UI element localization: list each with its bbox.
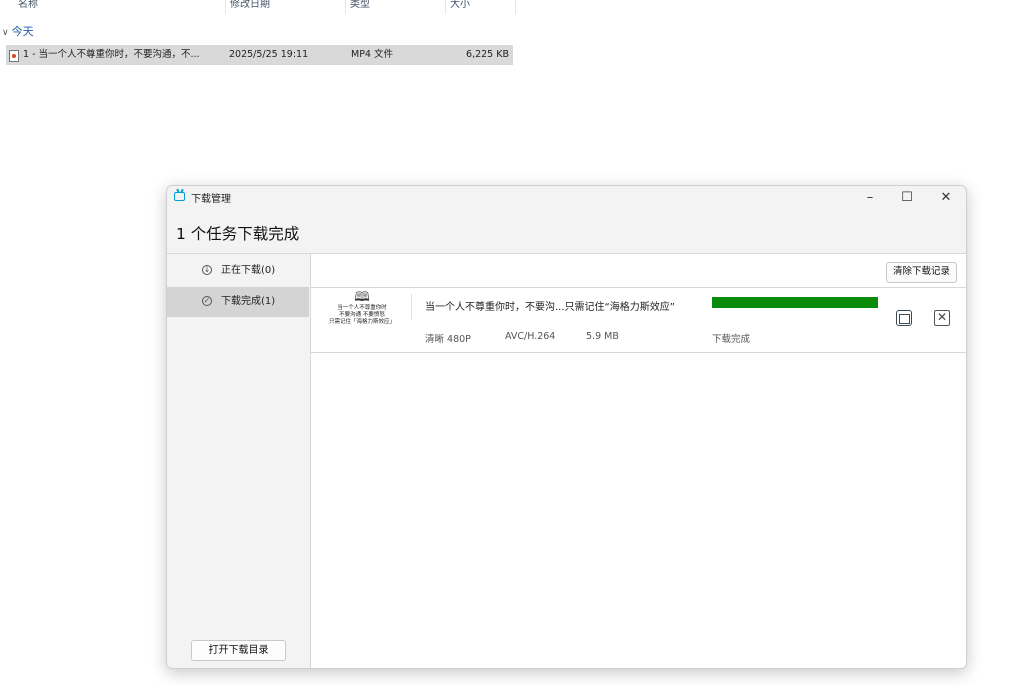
download-icon: ↓ [202,265,212,275]
delete-task-icon[interactable]: ✕ [934,310,950,326]
progress-fill [712,297,878,308]
thumbnail-text-line: 不要沟通 不要愤怒 [339,312,385,318]
book-icon: 🕮 [354,290,370,305]
sidebar-item-label: 正在下载(0) [221,265,276,276]
video-quality: 清晰 480P [425,334,471,345]
column-date-header[interactable]: 修改日期 [226,0,346,14]
clear-history-button[interactable]: 清除下载记录 [885,262,957,283]
minimize-button[interactable]: – [853,186,887,210]
file-size: 6,225 KB [466,49,509,60]
column-name-header[interactable]: 名称 [14,0,226,14]
sidebar-item-completed[interactable]: ✓ 下载完成(1) [167,287,309,317]
file-date: 2025/5/25 19:11 [229,49,309,60]
close-button[interactable]: ✕ [929,186,963,210]
sidebar-item-downloading[interactable]: ↓ 正在下载(0) [167,256,309,286]
column-type-header[interactable]: 类型 [346,0,446,14]
title-bar[interactable]: 下载管理 – ☐ ✕ [167,186,966,210]
video-size: 5.9 MB [586,331,619,342]
open-file-folder-icon[interactable] [896,310,912,326]
bilibili-tv-icon [174,192,185,201]
group-label: 今天 [11,25,34,38]
file-type: MP4 文件 [351,49,393,60]
chevron-down-icon: ∨ [2,28,9,38]
page-title: 1 个任务下载完成 [176,225,300,243]
divider [311,352,966,353]
video-thumbnail: 🕮 当一个人不尊重你时 不要沟通 不要愤怒 只需记住「海格力斯效应」 [316,291,408,349]
download-status: 下载完成 [712,334,751,345]
video-title: 当一个人不尊重你时，不要沟...只需记住“海格力斯效应” [425,302,675,313]
video-codec: AVC/H.264 [505,331,556,342]
check-circle-icon: ✓ [202,296,212,306]
divider [311,287,966,288]
download-progress-bar [712,297,878,308]
thumbnail-text-line: 当一个人不尊重你时 [337,305,387,311]
window-title: 下载管理 [191,194,231,205]
sidebar-item-label: 下载完成(1) [221,296,276,307]
thumbnail-text-line: 只需记住「海格力斯效应」 [328,319,395,325]
open-download-folder-button[interactable]: 打开下载目录 [191,640,286,661]
explorer-column-header: 名称 修改日期 类型 大小 [0,0,520,16]
download-list-panel: 清除下载记录 🕮 当一个人不尊重你时 不要沟通 不要愤怒 只需记住「海格力斯效应… [310,253,966,668]
column-size-header[interactable]: 大小 [446,0,516,14]
file-row[interactable]: 1 - 当一个人不尊重你时，不要沟通，不... 2025/5/25 19:11 … [6,45,513,65]
file-name: 1 - 当一个人不尊重你时，不要沟通，不... [23,49,200,60]
video-file-icon [9,50,19,62]
sidebar: ↓ 正在下载(0) ✓ 下载完成(1) 打开下载目录 [167,253,310,668]
download-manager-window: 下载管理 – ☐ ✕ 1 个任务下载完成 ↓ 正在下载(0) ✓ 下载完成(1)… [166,185,967,669]
divider [411,294,412,320]
maximize-button[interactable]: ☐ [890,186,924,210]
group-today[interactable]: ∨ 今天 [0,24,34,40]
